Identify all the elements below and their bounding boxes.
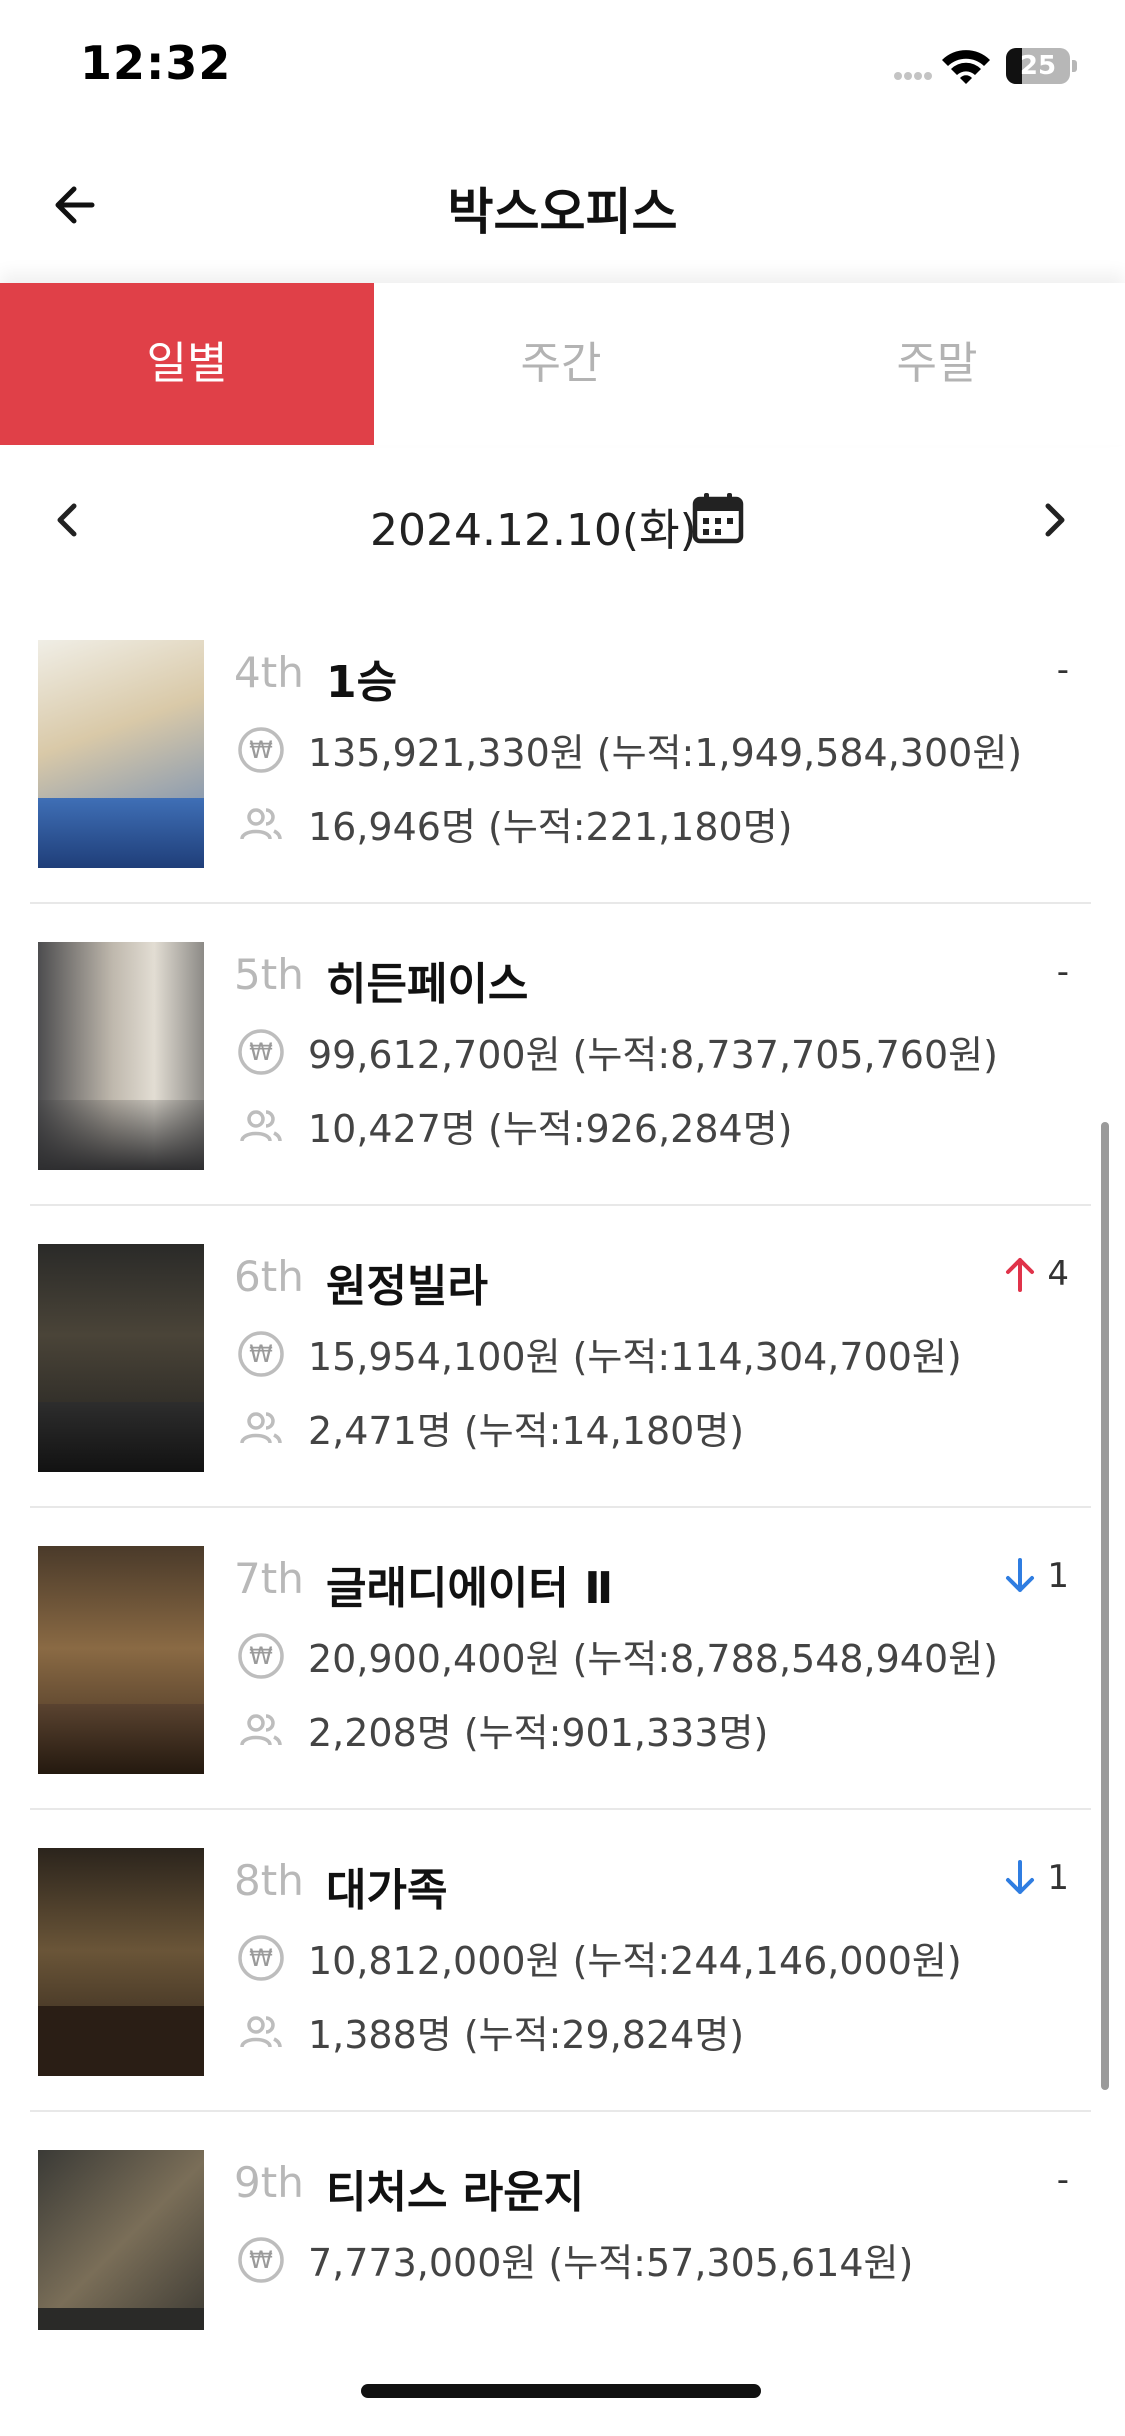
list-item[interactable]: 9th 티처스 라운지 - ₩ 7,773,000원 (누적:57,305,61… <box>30 2110 1091 2330</box>
rank: 7th <box>234 1554 304 1603</box>
rank-change: 4 <box>1003 1254 1069 1294</box>
won-coin-icon: ₩ <box>238 1028 284 1075</box>
svg-text:₩: ₩ <box>249 1340 273 1368</box>
tab-weekend[interactable]: 주말 <box>750 283 1124 445</box>
sales-text: 135,921,330원 (누적:1,949,584,300원) <box>308 731 1023 775</box>
page-title: 박스오피스 <box>447 183 678 241</box>
won-coin-icon: ₩ <box>238 726 284 773</box>
movie-poster <box>38 1244 204 1472</box>
audience-text: 10,427명 (누적:926,284명) <box>308 1107 793 1151</box>
battery-percent: 25 <box>1019 51 1057 81</box>
list-item[interactable]: 4th 1승 - ₩ 135,921,330원 (누적:1,949,584,30… <box>30 600 1091 904</box>
audience-line: 2,208명 (누적:901,333명) <box>236 1702 768 1757</box>
movie-title: 대가족 <box>326 1865 448 1916</box>
people-icon <box>240 807 282 840</box>
calendar-icon[interactable] <box>690 490 746 546</box>
chevron-left-icon[interactable] <box>40 492 96 548</box>
movie-poster <box>38 1848 204 2076</box>
people-icon <box>240 1713 282 1746</box>
movie-poster <box>38 942 204 1170</box>
won-coin-icon: ₩ <box>238 1330 284 1377</box>
sales-text: 99,612,700원 (누적:8,737,705,760원) <box>308 1033 998 1077</box>
audience-text: 2,208명 (누적:901,333명) <box>308 1711 769 1755</box>
rank: 5th <box>234 950 304 999</box>
sales-line: ₩ 135,921,330원 (누적:1,949,584,300원) <box>236 722 1022 777</box>
rank-change-value: 1 <box>1047 1858 1069 1898</box>
cellular-signal-icon <box>894 72 932 80</box>
movie-title: 1승 <box>326 657 398 708</box>
sales-line: ₩ 99,612,700원 (누적:8,737,705,760원) <box>236 1024 998 1079</box>
wifi-icon <box>942 50 990 84</box>
sales-line: ₩ 10,812,000원 (누적:244,146,000원) <box>236 1930 962 1985</box>
movie-title: 히든페이스 <box>326 959 529 1010</box>
sales-text: 15,954,100원 (누적:114,304,700원) <box>308 1335 962 1379</box>
audience-text: 1,388명 (누적:29,824명) <box>308 2013 745 2057</box>
scroll-indicator[interactable] <box>1101 1122 1109 2090</box>
movie-title: 글래디에이터 Ⅱ <box>326 1563 614 1614</box>
status-time: 12:32 <box>80 36 232 90</box>
sales-line: ₩ 20,900,400원 (누적:8,788,548,940원) <box>236 1628 998 1683</box>
chevron-right-icon[interactable] <box>1026 492 1082 548</box>
rank-change-value: 4 <box>1047 1254 1069 1294</box>
rank-change-value: - <box>1056 952 1069 992</box>
movie-poster <box>38 640 204 868</box>
won-coin-icon: ₩ <box>238 1934 284 1981</box>
box-office-list: 4th 1승 - ₩ 135,921,330원 (누적:1,949,584,30… <box>0 600 1125 2330</box>
rank: 9th <box>234 2158 304 2207</box>
date-navigation: 2024.12.10(화) <box>0 470 1125 570</box>
rank-change-value: - <box>1056 650 1069 690</box>
arrow-down-icon <box>1006 1558 1035 1592</box>
rank-change: 1 <box>1003 1858 1069 1898</box>
battery-icon: 25 <box>1006 48 1078 84</box>
svg-text:₩: ₩ <box>249 736 273 764</box>
rank-change-value: - <box>1056 2160 1069 2200</box>
won-coin-icon: ₩ <box>238 1632 284 1679</box>
selected-date: 2024.12.10(화) <box>370 505 697 556</box>
audience-text: 16,946명 (누적:221,180명) <box>308 805 793 849</box>
arrow-up-icon <box>1006 1258 1035 1292</box>
list-item[interactable]: 6th 원정빌라 4 ₩ 15,954,100원 (누적:114,304,700… <box>30 1204 1091 1508</box>
rank-change: - <box>1057 650 1069 690</box>
sales-text: 7,773,000원 (누적:57,305,614원) <box>308 2241 914 2285</box>
audience-line: 16,946명 (누적:221,180명) <box>236 796 792 851</box>
tab-weekly[interactable]: 주간 <box>374 283 748 445</box>
list-item[interactable]: 8th 대가족 1 ₩ 10,812,000원 (누적:244,146,000원… <box>30 1808 1091 2112</box>
people-icon <box>240 1411 282 1444</box>
list-item[interactable]: 7th 글래디에이터 Ⅱ 1 ₩ 20,900,400원 (누적:8,788,5… <box>30 1506 1091 1810</box>
movie-poster <box>38 1546 204 1774</box>
audience-line: 2,471명 (누적:14,180명) <box>236 1400 744 1455</box>
period-tabs: 일별 주간 주말 <box>0 283 1125 445</box>
svg-text:₩: ₩ <box>249 1642 273 1670</box>
rank-change: - <box>1057 952 1069 992</box>
movie-title: 티처스 라운지 <box>326 2167 585 2218</box>
won-coin-icon: ₩ <box>238 2236 284 2283</box>
svg-text:₩: ₩ <box>249 2246 273 2274</box>
box-office-screen: 12:32 25 박스오피스 일별 주간 주말 2024.12.10(화) 4t… <box>0 0 1125 2436</box>
movie-poster <box>38 2150 204 2330</box>
rank: 6th <box>234 1252 304 1301</box>
list-item[interactable]: 5th 히든페이스 - ₩ 99,612,700원 (누적:8,737,705,… <box>30 902 1091 1206</box>
rank-change: - <box>1057 2160 1069 2200</box>
rank: 8th <box>234 1856 304 1905</box>
tab-daily[interactable]: 일별 <box>0 283 374 445</box>
arrow-down-icon <box>1006 1860 1035 1894</box>
audience-text: 2,471명 (누적:14,180명) <box>308 1409 745 1453</box>
people-icon <box>240 1109 282 1142</box>
status-bar: 12:32 25 <box>0 0 1125 140</box>
sales-line: ₩ 15,954,100원 (누적:114,304,700원) <box>236 1326 962 1381</box>
svg-text:₩: ₩ <box>249 1944 273 1972</box>
movie-title: 원정빌라 <box>326 1261 488 1312</box>
audience-line: 1,388명 (누적:29,824명) <box>236 2004 744 2059</box>
app-header: 박스오피스 <box>0 140 1125 280</box>
people-icon <box>240 2015 282 2048</box>
sales-text: 10,812,000원 (누적:244,146,000원) <box>308 1939 962 1983</box>
sales-text: 20,900,400원 (누적:8,788,548,940원) <box>308 1637 998 1681</box>
audience-line: 10,427명 (누적:926,284명) <box>236 1098 792 1153</box>
rank: 4th <box>234 648 304 697</box>
home-indicator[interactable] <box>361 2384 761 2398</box>
rank-change: 1 <box>1003 1556 1069 1596</box>
svg-text:₩: ₩ <box>249 1038 273 1066</box>
sales-line: ₩ 7,773,000원 (누적:57,305,614원) <box>236 2232 913 2287</box>
rank-change-value: 1 <box>1047 1556 1069 1596</box>
